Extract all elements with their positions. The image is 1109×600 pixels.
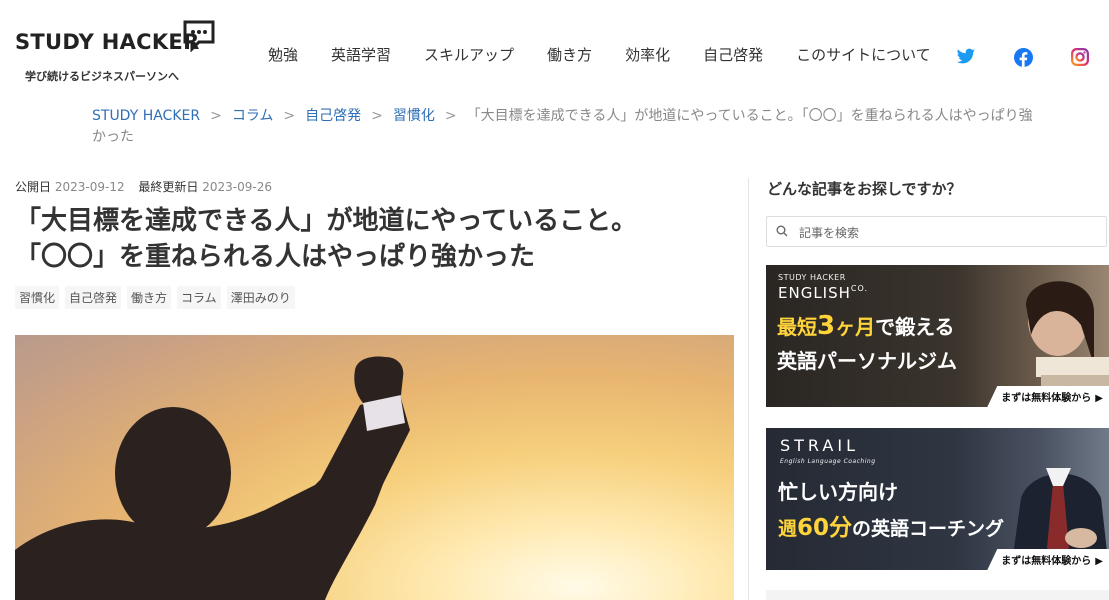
banner2-line2: 週60分の英語コーチング	[778, 515, 1005, 541]
banner1-person-image	[1026, 281, 1109, 389]
column-divider	[748, 178, 749, 600]
breadcrumb-separator: >	[283, 108, 296, 124]
breadcrumb-separator: >	[444, 108, 457, 124]
article-meta: 公開日 2023-09-12 最終更新日 2023-09-26	[15, 178, 282, 195]
search-box	[766, 216, 1107, 248]
article-title: 「大目標を達成できる人」が地道にやっていること。 「〇〇」を重ねられる人はやっぱ…	[15, 203, 735, 275]
breadcrumb-column[interactable]: コラム	[232, 108, 274, 124]
speech-bubble-icon	[183, 20, 215, 52]
breadcrumb-separator: >	[210, 108, 222, 124]
site-logo[interactable]: STUDY HACKER 学び続けるビジネスパーソンへ	[15, 20, 225, 90]
banner2-small-text: English Language Coaching	[780, 458, 876, 465]
twitter-icon[interactable]	[956, 48, 976, 66]
banner-partial[interactable]	[766, 590, 1109, 600]
facebook-icon[interactable]	[1014, 48, 1033, 67]
published-label: 公開日	[15, 180, 52, 194]
search-icon	[776, 225, 788, 237]
sidebar-heading: どんな記事をお探しですか？	[767, 180, 962, 198]
tag-self-development[interactable]: 自己啓発	[65, 286, 122, 309]
tag-work-style[interactable]: 働き方	[127, 286, 172, 309]
main-nav: 勉強 英語学習 スキルアップ 働き方 効率化 自己啓発 このサイトについて	[268, 44, 964, 65]
banner2-brand: STRAIL	[780, 436, 859, 455]
nav-item-english[interactable]: 英語学習	[331, 44, 391, 65]
nav-item-self-development[interactable]: 自己啓発	[703, 44, 763, 65]
banner1-line1: 最短3ヶ月で鍛える	[777, 311, 955, 341]
nav-item-skill-up[interactable]: スキルアップ	[424, 44, 514, 65]
banner-strail[interactable]: STRAIL English Language Coaching 忙しい方向け …	[766, 428, 1109, 570]
updated-label: 最終更新日	[138, 180, 199, 194]
nav-item-work-style[interactable]: 働き方	[547, 44, 592, 65]
logo-text: STUDY HACKER	[15, 30, 200, 54]
banner2-cta: まずは無料体験から ▶	[987, 549, 1109, 570]
article-tags: 習慣化 自己啓発 働き方 コラム 澤田みのり	[15, 286, 295, 309]
banner1-cta: まずは無料体験から ▶	[987, 386, 1109, 407]
play-arrow-icon: ▶	[1095, 556, 1103, 567]
nav-item-efficiency[interactable]: 効率化	[625, 44, 670, 65]
breadcrumb-home[interactable]: STUDY HACKER	[92, 108, 200, 124]
search-input[interactable]	[797, 217, 1101, 248]
breadcrumb: STUDY HACKER > コラム > 自己啓発 > 習慣化 > 「大目標を達成できる人」が地…	[92, 106, 1042, 148]
updated-date: 2023-09-26	[202, 180, 273, 194]
breadcrumb-habit[interactable]: 習慣化	[393, 108, 435, 124]
published-date: 2023-09-12	[54, 180, 125, 194]
play-arrow-icon: ▶	[1095, 393, 1103, 404]
banner2-person-image	[1011, 468, 1109, 570]
banner1-line2: 英語パーソナルジム	[777, 349, 957, 373]
tag-habit[interactable]: 習慣化	[15, 286, 60, 309]
breadcrumb-self-development[interactable]: 自己啓発	[305, 108, 361, 124]
tag-author[interactable]: 澤田みのり	[226, 286, 295, 309]
breadcrumb-separator: >	[371, 108, 383, 124]
nav-item-about[interactable]: このサイトについて	[796, 44, 931, 65]
banner2-line1: 忙しい方向け	[778, 480, 898, 504]
article-title-line2: 「〇〇」を重ねられる人はやっぱり強かった	[15, 242, 536, 272]
hero-image	[15, 335, 734, 600]
raised-fist-silhouette	[15, 356, 410, 600]
banner1-brand: ENGLISHCO.	[778, 284, 869, 302]
instagram-icon[interactable]	[1071, 48, 1089, 66]
banner1-small-text: STUDY HACKER	[778, 273, 846, 282]
article-title-line1: 「大目標を達成できる人」が地道にやっていること。	[15, 206, 638, 236]
banner-english-company[interactable]: STUDY HACKER ENGLISHCO. 最短3ヶ月で鍛える 英語パーソナ…	[766, 265, 1109, 407]
nav-item-study[interactable]: 勉強	[268, 44, 298, 65]
logo-tagline: 学び続けるビジネスパーソンへ	[25, 70, 179, 83]
tag-column[interactable]: コラム	[177, 286, 221, 309]
